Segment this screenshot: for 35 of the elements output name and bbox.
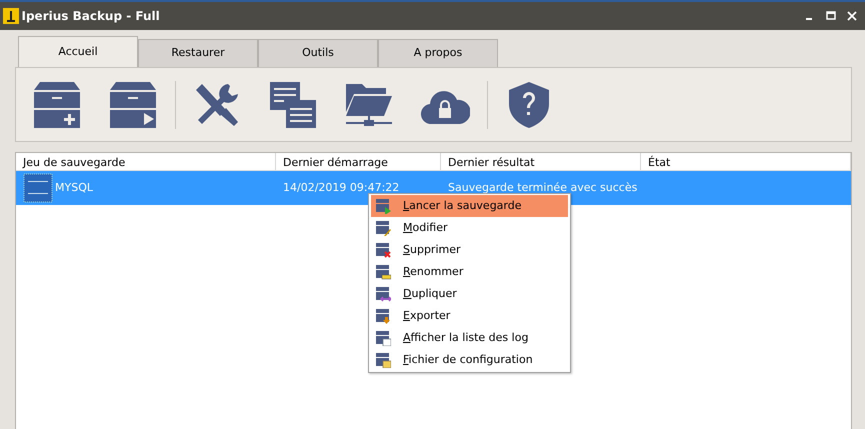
menu-item[interactable]: Supprimer [371,239,568,261]
tab[interactable]: A propos [378,39,498,67]
menu-item[interactable]: Renommer [371,261,568,283]
config-backup-icon [375,352,391,368]
new-backup-icon[interactable] [32,80,82,130]
tab[interactable]: Accueil [18,36,138,67]
log-backup-icon [375,330,391,346]
edit-backup-icon [375,220,391,236]
backup-set-icon [23,173,53,203]
menu-item[interactable]: Modifier [371,217,568,239]
column-header[interactable]: Jeu de sauvegarde [16,153,276,170]
menu-item[interactable]: Dupliquer [371,283,568,305]
app-logo-icon [2,8,19,24]
window-title: Iperius Backup - Full [22,8,160,25]
menu-item[interactable]: Afficher la liste des log [371,327,568,349]
close-icon[interactable] [846,11,857,21]
table-cell-text: Sauvegarde terminée avec succès [448,180,638,196]
tab[interactable]: Restaurer [138,39,258,67]
export-backup-icon [375,308,391,324]
maximize-icon[interactable] [826,11,836,21]
tab[interactable]: Outils [258,39,378,67]
table-cell-text: MYSQL [55,180,93,196]
run-backup-icon[interactable] [108,80,158,130]
delete-backup-icon [375,242,391,258]
column-header[interactable]: Dernier démarrage [276,153,441,170]
duplicate-backup-icon [375,286,391,302]
rename-backup-icon [375,264,391,280]
table-cell-text: 14/02/2019 09:47:22 [283,180,400,196]
run-backup-icon [375,198,391,214]
column-header[interactable]: État [641,153,851,170]
menu-item[interactable]: Lancer la sauvegarde [371,195,568,217]
menu-item[interactable]: Exporter [371,305,568,327]
document-list-icon[interactable] [268,80,318,130]
column-header[interactable]: Dernier résultat [441,153,641,170]
menu-item[interactable]: Fichier de configuration [371,349,568,371]
